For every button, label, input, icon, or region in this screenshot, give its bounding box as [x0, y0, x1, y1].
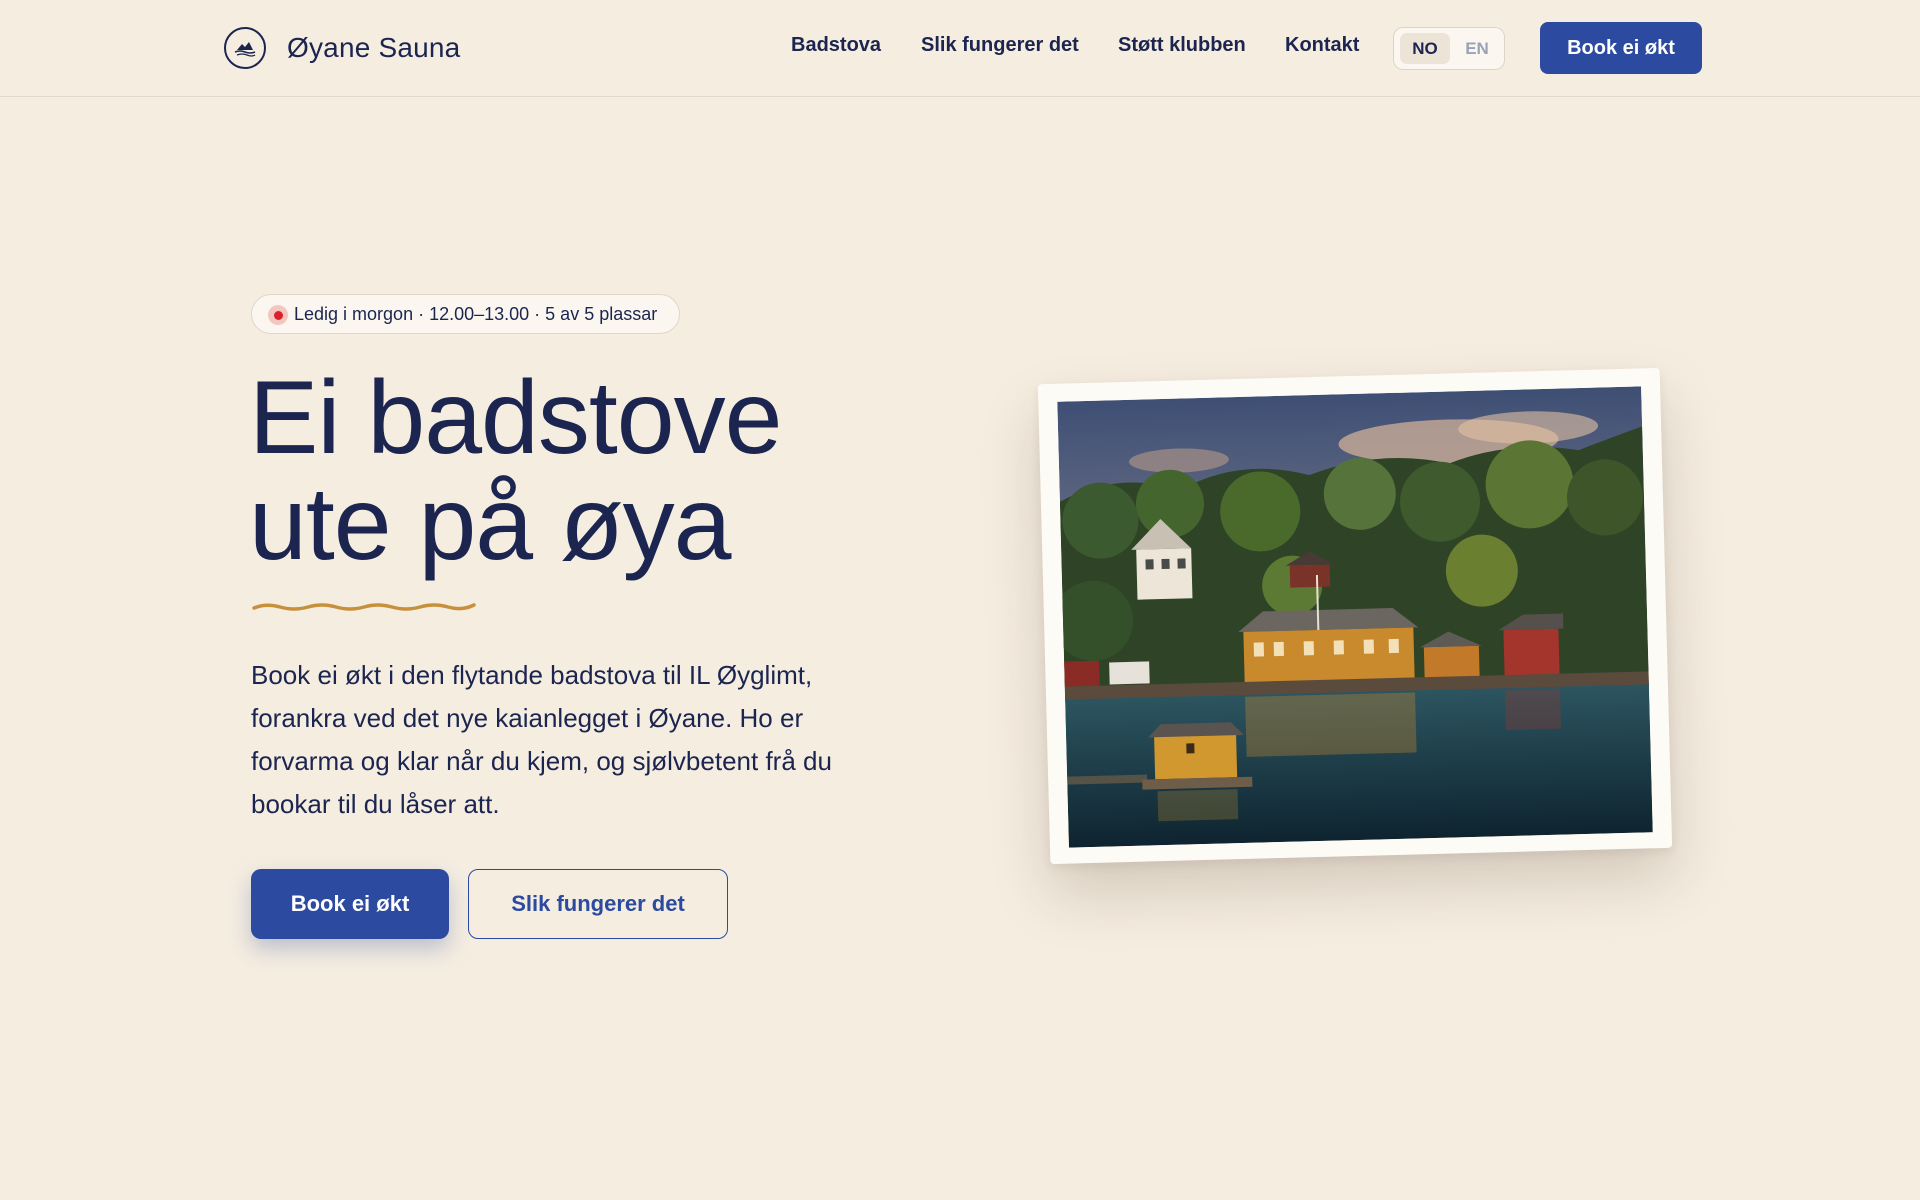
harbor-photo [1037, 367, 1673, 865]
harbor-photo-image [1057, 386, 1653, 848]
book-session-button[interactable]: Book ei økt [251, 869, 449, 939]
wave-underline-icon [252, 603, 476, 611]
availability-text: Ledig i morgon · 12.00–13.00 · 5 av 5 pl… [294, 303, 658, 324]
headline-line-2: ute på øya [249, 466, 731, 582]
headline-line-1: Ei badstove [249, 360, 782, 476]
nav-stott-klubben[interactable]: Støtt klubben [1118, 34, 1246, 57]
live-dot-icon [268, 305, 288, 325]
lang-no-option[interactable]: NO [1400, 33, 1450, 64]
hero-headline: Ei badstove ute på øya [249, 365, 949, 577]
sauna-logo-icon[interactable] [224, 27, 266, 69]
lang-en-option[interactable]: EN [1454, 33, 1500, 64]
language-switch: NO EN [1393, 27, 1505, 70]
availability-badge[interactable]: Ledig i morgon · 12.00–13.00 · 5 av 5 pl… [251, 294, 681, 334]
nav-badstova[interactable]: Badstova [791, 34, 881, 57]
nav-slik-fungerer-det[interactable]: Slik fungerer det [921, 34, 1079, 57]
site-header: Øyane Sauna Badstova Slik fungerer det S… [0, 0, 1920, 97]
hero-lead: Book ei økt i den flytande badstova til … [251, 660, 832, 819]
header-book-button[interactable]: Book ei økt [1540, 22, 1702, 74]
brand-name[interactable]: Øyane Sauna [287, 32, 460, 64]
how-it-works-button[interactable]: Slik fungerer det [468, 869, 728, 939]
nav-kontakt[interactable]: Kontakt [1285, 34, 1359, 57]
